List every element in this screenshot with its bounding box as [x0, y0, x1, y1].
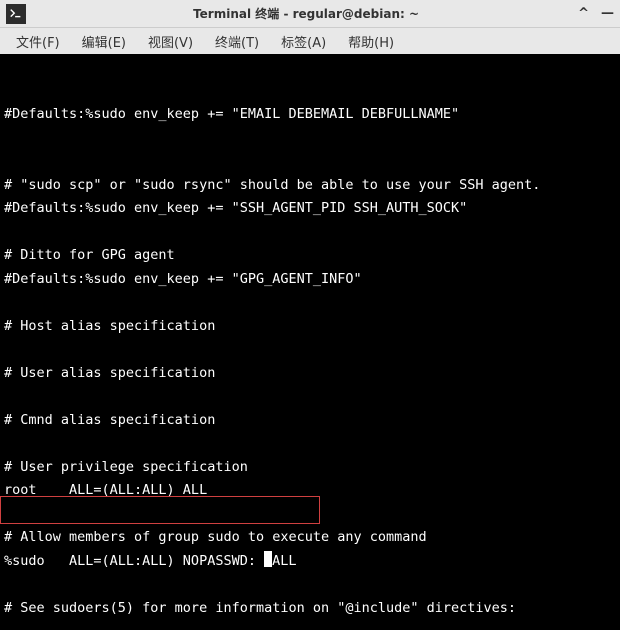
window-minimize-button[interactable]: — [601, 6, 614, 21]
terminal-line [4, 620, 616, 630]
menu-file[interactable]: 文件(F) [6, 29, 70, 54]
menu-terminal[interactable]: 终端(T) [205, 29, 269, 54]
terminal-line [4, 385, 616, 409]
terminal-line: #Defaults:%sudo env_keep += "EMAIL DEBEM… [4, 103, 616, 127]
window-controls: ^ — [578, 6, 614, 21]
terminal-line: # "sudo scp" or "sudo rsync" should be a… [4, 174, 616, 198]
terminal-line [4, 503, 616, 527]
terminal-line: #Defaults:%sudo env_keep += "GPG_AGENT_I… [4, 268, 616, 292]
terminal-line: %sudo ALL=(ALL:ALL) NOPASSWD: ALL [4, 550, 616, 574]
terminal-line: # Host alias specification [4, 315, 616, 339]
window-up-button[interactable]: ^ [578, 6, 589, 21]
menu-help[interactable]: 帮助(H) [338, 29, 404, 54]
terminal-line: # User privilege specification [4, 456, 616, 480]
terminal-line: # User alias specification [4, 362, 616, 386]
terminal-line [4, 221, 616, 245]
terminal-line: # Allow members of group sudo to execute… [4, 526, 616, 550]
terminal-icon [6, 4, 26, 24]
menu-edit[interactable]: 编辑(E) [72, 29, 136, 54]
terminal-line: # Cmnd alias specification [4, 409, 616, 433]
terminal-line [4, 338, 616, 362]
terminal-line [4, 291, 616, 315]
window-title: Terminal 终端 - regular@debian: ~ [34, 5, 578, 22]
terminal-line: # See sudoers(5) for more information on… [4, 597, 616, 621]
menubar: 文件(F) 编辑(E) 视图(V) 终端(T) 标签(A) 帮助(H) [0, 28, 620, 54]
text-cursor [264, 551, 272, 567]
menu-tabs[interactable]: 标签(A) [271, 29, 336, 54]
terminal-line [4, 150, 616, 174]
terminal-line: #Defaults:%sudo env_keep += "SSH_AGENT_P… [4, 197, 616, 221]
terminal-line: # Ditto for GPG agent [4, 244, 616, 268]
terminal-line [4, 573, 616, 597]
terminal-line [4, 127, 616, 151]
terminal-line [4, 432, 616, 456]
menu-view[interactable]: 视图(V) [138, 29, 203, 54]
terminal-content[interactable]: #Defaults:%sudo env_keep += "EMAIL DEBEM… [0, 54, 620, 630]
terminal-line: root ALL=(ALL:ALL) ALL [4, 479, 616, 503]
titlebar: Terminal 终端 - regular@debian: ~ ^ — [0, 0, 620, 28]
